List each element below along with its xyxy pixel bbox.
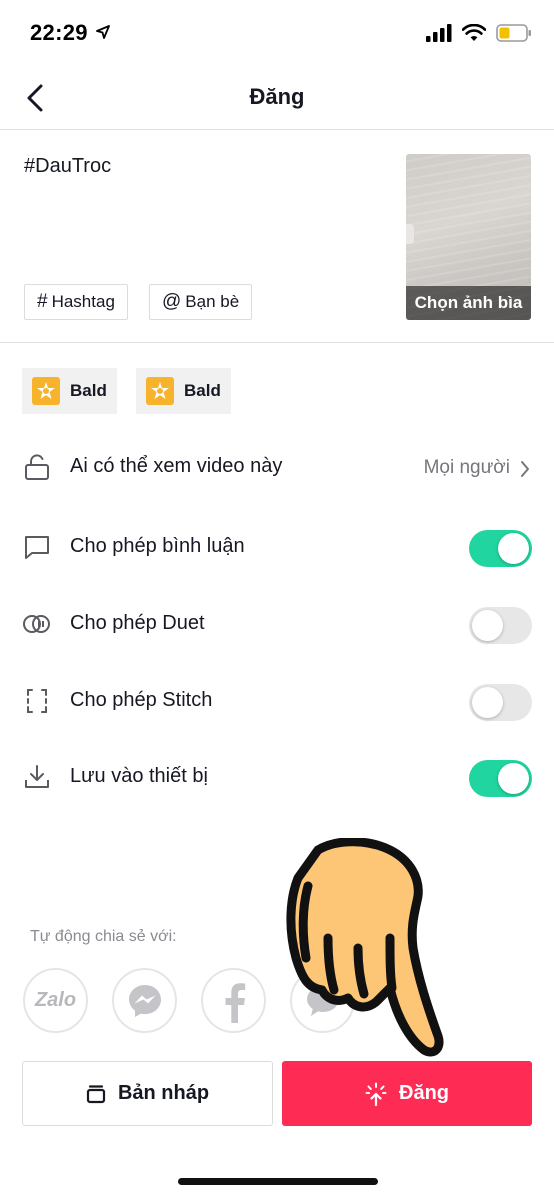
privacy-value: Mọi người <box>423 457 510 478</box>
allow-duet-toggle[interactable] <box>469 607 532 644</box>
effect-label: Bald <box>70 381 107 400</box>
status-time: 22:29 <box>30 20 88 45</box>
facebook-icon <box>225 982 245 1023</box>
share-messenger-button[interactable] <box>112 968 177 1033</box>
allow-stitch-label: Cho phép Stitch <box>70 689 213 711</box>
save-to-device-label: Lưu vào thiết bị <box>70 765 208 787</box>
save-to-device-toggle[interactable] <box>469 760 532 797</box>
nav-bar: Đăng <box>0 70 554 130</box>
location-arrow-icon <box>96 25 110 44</box>
effect-chip[interactable]: Bald <box>136 368 231 414</box>
allow-comments-label: Cho phép bình luận <box>70 535 245 557</box>
status-bar: 22:29 <box>0 0 554 70</box>
lock-icon <box>22 452 52 482</box>
comment-icon <box>22 532 52 562</box>
friends-label: Bạn bè <box>185 292 240 311</box>
at-icon: @ <box>162 291 182 312</box>
hashtag-button[interactable]: # Hashtag <box>24 284 128 320</box>
home-indicator <box>178 1178 378 1185</box>
chevron-right-icon <box>520 460 530 483</box>
share-zalo-button[interactable]: Zalo <box>23 968 88 1033</box>
save-draft-button[interactable]: Bản nháp <box>22 1061 273 1126</box>
stitch-icon <box>22 686 52 716</box>
privacy-row[interactable]: Ai có thể xem video này Mọi người <box>0 438 554 498</box>
messenger-icon <box>128 984 161 1017</box>
allow-stitch-toggle[interactable] <box>469 684 532 721</box>
wifi-icon <box>461 23 487 47</box>
allow-duet-label: Cho phép Duet <box>70 612 205 634</box>
download-icon <box>22 762 52 792</box>
allow-stitch-row: Cho phép Stitch <box>0 672 554 732</box>
page-title: Đăng <box>249 84 305 109</box>
privacy-label: Ai có thể xem video này <box>70 455 283 477</box>
allow-comments-row: Cho phép bình luận <box>0 518 554 578</box>
save-draft-label: Bản nháp <box>117 1082 210 1104</box>
auto-share-label: Tự động chia sẻ với: <box>30 928 177 945</box>
allow-duet-row: Cho phép Duet <box>0 595 554 655</box>
caption-input[interactable]: #DauTroc <box>24 155 111 178</box>
post-label: Đăng <box>399 1082 449 1104</box>
battery-icon <box>496 24 532 47</box>
hashtag-label: Hashtag <box>51 292 115 311</box>
save-to-device-row: Lưu vào thiết bị <box>0 748 554 808</box>
cover-thumbnail[interactable]: Chọn ảnh bìa <box>406 154 531 320</box>
allow-comments-toggle[interactable] <box>469 530 532 567</box>
duet-icon <box>22 609 52 639</box>
hash-icon: # <box>37 291 48 312</box>
effect-icon <box>146 377 174 405</box>
effect-icon <box>32 377 60 405</box>
effect-chip[interactable]: Bald <box>22 368 117 414</box>
pointing-hand-icon <box>286 838 444 1057</box>
drafts-icon <box>86 1084 106 1103</box>
post-button[interactable]: Đăng <box>282 1061 532 1126</box>
signal-icon <box>426 24 452 47</box>
post-sparkle-icon <box>365 1082 387 1106</box>
zalo-icon: Zalo <box>34 989 77 1011</box>
mention-friends-button[interactable]: @ Bạn bè <box>149 284 253 320</box>
divider <box>0 342 554 343</box>
status-icons <box>426 23 532 47</box>
share-facebook-button[interactable] <box>201 968 266 1033</box>
effect-label: Bald <box>184 381 221 400</box>
select-cover-label: Chọn ảnh bìa <box>406 286 531 320</box>
